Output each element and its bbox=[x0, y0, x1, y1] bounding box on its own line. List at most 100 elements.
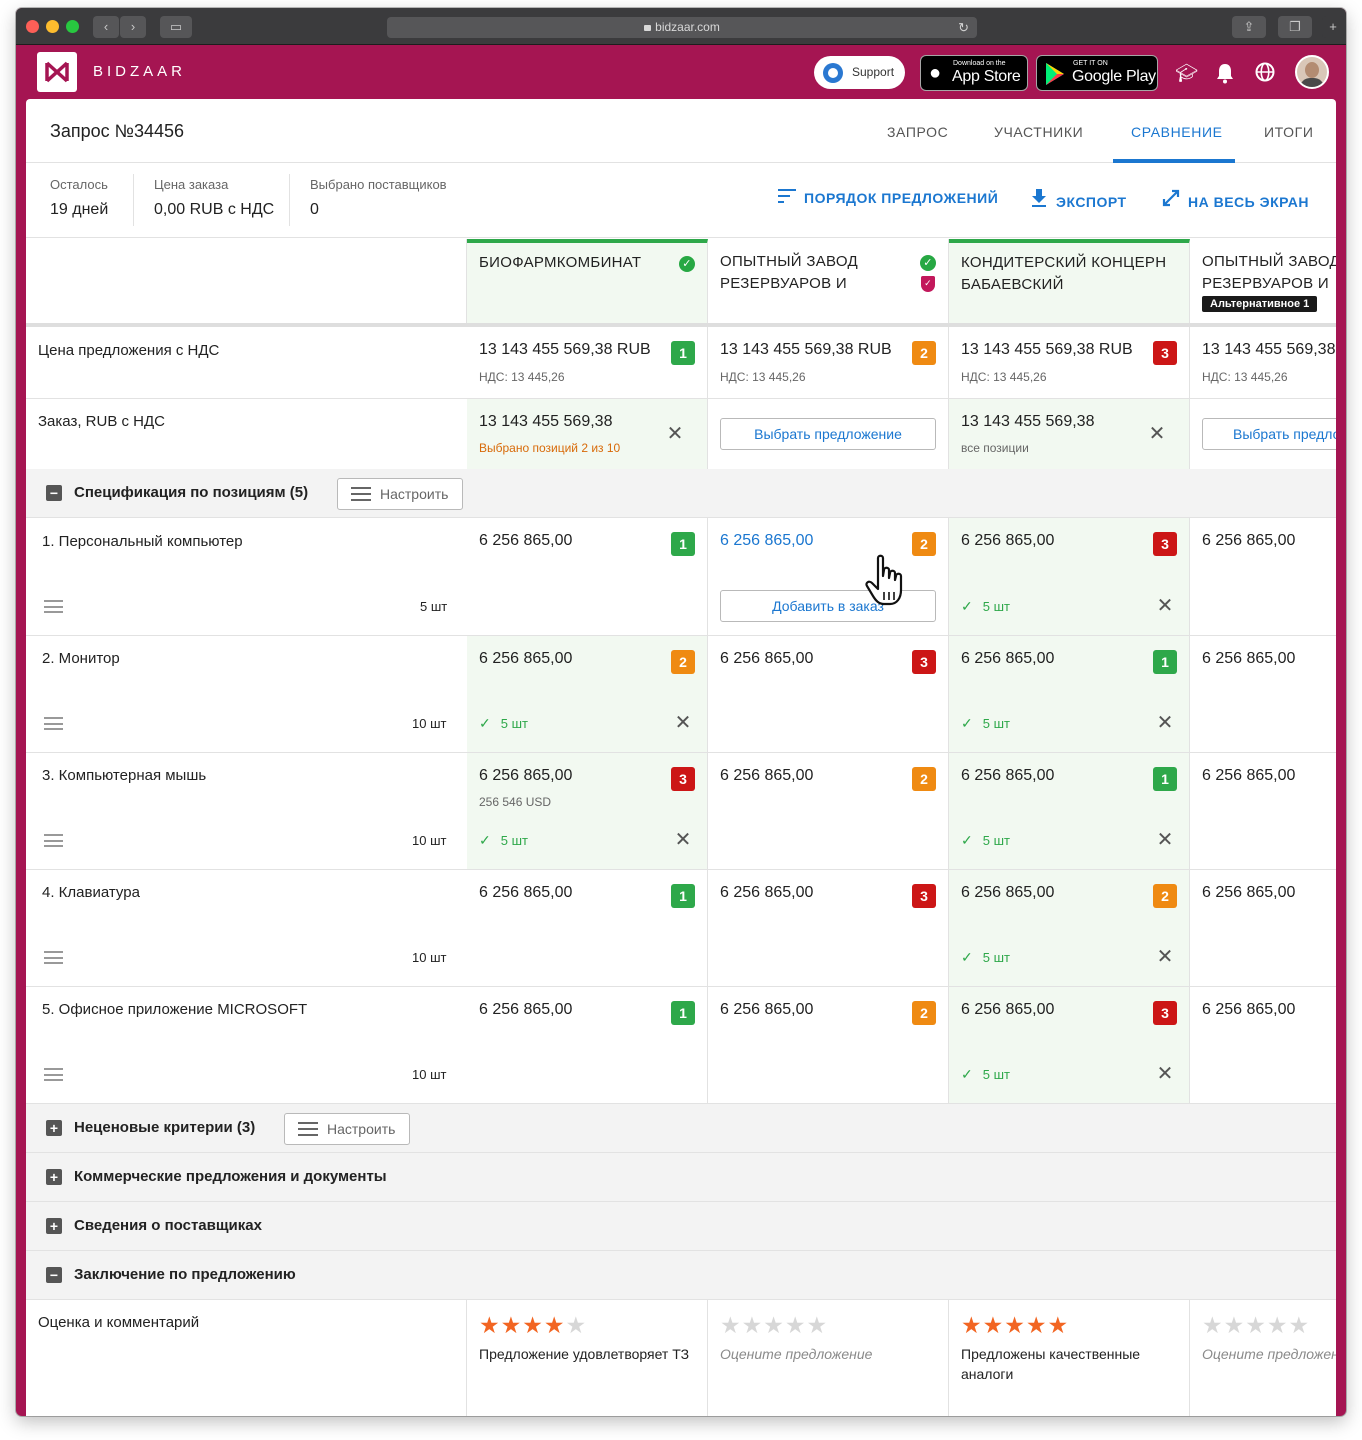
star-icon[interactable]: ★ bbox=[720, 1312, 742, 1338]
collapse-icon[interactable]: − bbox=[46, 1267, 62, 1283]
expand-icon[interactable]: + bbox=[46, 1169, 62, 1185]
rating-cell[interactable]: ★★★★★ Оцените предложение bbox=[1190, 1300, 1336, 1416]
star-icon[interactable]: ★ bbox=[566, 1312, 588, 1338]
star-icon[interactable]: ★ bbox=[1004, 1312, 1026, 1338]
configure-button[interactable]: Настроить bbox=[284, 1113, 411, 1145]
description-icon[interactable] bbox=[44, 717, 63, 730]
remove-icon[interactable]: ✕ bbox=[1155, 713, 1175, 733]
expand-icon[interactable]: + bbox=[46, 1120, 62, 1136]
remove-icon[interactable]: ✕ bbox=[673, 713, 693, 733]
remove-icon[interactable]: ✕ bbox=[1147, 424, 1167, 444]
item-price-cell[interactable]: 6 256 865,00 1 bbox=[467, 870, 708, 986]
star-icon[interactable]: ★ bbox=[983, 1312, 1005, 1338]
star-icon[interactable]: ★ bbox=[1267, 1312, 1289, 1338]
description-icon[interactable] bbox=[44, 600, 63, 613]
item-price-cell[interactable]: 6 256 865,00 1 ✓ 5 шт ✕ bbox=[949, 753, 1190, 869]
item-price-cell[interactable]: 6 256 865,00 1 bbox=[467, 987, 708, 1103]
rating-placeholder[interactable]: Оцените предложение bbox=[720, 1344, 940, 1364]
item-price-cell[interactable]: 6 256 865,00 3 bbox=[708, 636, 949, 752]
supplier-info-section[interactable]: + Сведения о поставщиках bbox=[26, 1202, 1336, 1251]
star-icon[interactable]: ★ bbox=[544, 1312, 566, 1338]
supplier-header[interactable]: ОПЫТНЫЙ ЗАВОД РЕЗЕРВУАРОВ И ✓ ✓ bbox=[708, 239, 949, 323]
description-icon[interactable] bbox=[44, 834, 63, 847]
star-icon[interactable]: ★ bbox=[1048, 1312, 1070, 1338]
description-icon[interactable] bbox=[44, 1068, 63, 1081]
rating-cell[interactable]: ★★★★★ Предложение удовлетворяет ТЗ bbox=[467, 1300, 708, 1416]
remove-icon[interactable]: ✕ bbox=[1155, 830, 1175, 850]
item-price[interactable]: 6 256 865,00 bbox=[720, 532, 813, 550]
rating-placeholder[interactable]: Оцените предложение bbox=[1202, 1344, 1336, 1364]
address-bar[interactable]: bidzaar.com ↻ bbox=[387, 17, 977, 38]
remove-icon[interactable]: ✕ bbox=[665, 424, 685, 444]
star-icon[interactable]: ★ bbox=[785, 1312, 807, 1338]
new-tab-icon[interactable]: + bbox=[1322, 16, 1344, 38]
user-avatar[interactable] bbox=[1295, 55, 1329, 89]
star-rating[interactable]: ★★★★★ bbox=[961, 1312, 1069, 1339]
item-price-cell[interactable]: 6 256 865,00 2 bbox=[708, 987, 949, 1103]
globe-icon[interactable] bbox=[1254, 62, 1276, 84]
fullscreen-button[interactable]: НА ВЕСЬ ЭКРАН bbox=[1160, 189, 1309, 212]
bell-icon[interactable] bbox=[1214, 62, 1236, 84]
star-icon[interactable]: ★ bbox=[961, 1312, 983, 1338]
item-price-cell[interactable]: 6 256 865,00 bbox=[1190, 636, 1336, 752]
select-offer-button[interactable]: Выбрать предложение bbox=[720, 418, 936, 450]
item-price-cell[interactable]: 6 256 865,00 bbox=[1190, 518, 1336, 635]
item-price-cell[interactable]: 6 256 865,00 3 bbox=[708, 870, 949, 986]
close-window-button[interactable] bbox=[26, 20, 39, 33]
star-icon[interactable]: ★ bbox=[1245, 1312, 1267, 1338]
star-icon[interactable]: ★ bbox=[501, 1312, 523, 1338]
remove-icon[interactable]: ✕ bbox=[673, 830, 693, 850]
supplier-header[interactable]: БИОФАРМКОМБИНАТ ✓ bbox=[467, 239, 708, 323]
commercial-offers-section[interactable]: + Коммерческие предложения и документы bbox=[26, 1153, 1336, 1202]
forward-icon[interactable]: › bbox=[120, 16, 146, 38]
tab-comparison[interactable]: СРАВНЕНИЕ bbox=[1131, 124, 1223, 140]
remove-icon[interactable]: ✕ bbox=[1155, 596, 1175, 616]
app-store-badge[interactable]: ● Download on the App Store bbox=[920, 55, 1028, 91]
item-price-cell[interactable]: 6 256 865,00 1 bbox=[467, 518, 708, 635]
star-rating[interactable]: ★★★★★ bbox=[1202, 1312, 1310, 1339]
star-icon[interactable]: ★ bbox=[1026, 1312, 1048, 1338]
minimize-window-button[interactable] bbox=[46, 20, 59, 33]
back-icon[interactable]: ‹ bbox=[93, 16, 119, 38]
remove-icon[interactable]: ✕ bbox=[1155, 1064, 1175, 1084]
star-icon[interactable]: ★ bbox=[763, 1312, 785, 1338]
conclusion-section[interactable]: − Заключение по предложению bbox=[26, 1251, 1336, 1300]
item-price-cell[interactable]: 6 256 865,00 3 ✓ 5 шт ✕ bbox=[949, 518, 1190, 635]
remove-icon[interactable]: ✕ bbox=[1155, 947, 1175, 967]
supplier-header[interactable]: ОПЫТНЫЙ ЗАВОД РЕЗЕРВУАРОВ И Альтернативн… bbox=[1190, 239, 1336, 323]
item-price-cell[interactable]: 6 256 865,00 bbox=[1190, 987, 1336, 1103]
item-price-cell[interactable]: 6 256 865,00 3 ✓ 5 шт ✕ bbox=[949, 987, 1190, 1103]
star-icon[interactable]: ★ bbox=[479, 1312, 501, 1338]
rating-comment[interactable]: Предложение удовлетворяет ТЗ bbox=[479, 1344, 699, 1364]
star-icon[interactable]: ★ bbox=[1289, 1312, 1311, 1338]
star-icon[interactable]: ★ bbox=[1202, 1312, 1224, 1338]
item-price-cell[interactable]: 6 256 865,00 2 ✓ 5 шт ✕ bbox=[949, 870, 1190, 986]
collapse-icon[interactable]: − bbox=[46, 485, 62, 501]
spec-section-header[interactable]: − Спецификация по позициям (5) Настроить bbox=[26, 469, 1336, 518]
google-play-badge[interactable]: GET IT ON Google Play bbox=[1036, 55, 1158, 91]
star-rating[interactable]: ★★★★★ bbox=[479, 1312, 587, 1339]
supplier-header[interactable]: КОНДИТЕРСКИЙ КОНЦЕРН БАБАЕВСКИЙ bbox=[949, 239, 1190, 323]
rating-cell[interactable]: ★★★★★ Оцените предложение bbox=[708, 1300, 949, 1416]
reload-icon[interactable]: ↻ bbox=[958, 17, 969, 38]
star-icon[interactable]: ★ bbox=[1224, 1312, 1246, 1338]
graduation-cap-icon[interactable]: 🎓︎ bbox=[1175, 62, 1198, 84]
support-button[interactable]: Support bbox=[814, 56, 905, 89]
description-icon[interactable] bbox=[44, 951, 63, 964]
sidebar-icon[interactable]: ▭ bbox=[160, 16, 192, 38]
bidzaar-logo[interactable] bbox=[37, 52, 77, 92]
expand-icon[interactable]: + bbox=[46, 1218, 62, 1234]
item-price-cell[interactable]: 6 256 865,00 2 ✓ 5 шт ✕ bbox=[467, 636, 708, 752]
star-icon[interactable]: ★ bbox=[522, 1312, 544, 1338]
tab-results[interactable]: ИТОГИ bbox=[1264, 124, 1314, 140]
rating-cell[interactable]: ★★★★★ Предложены качественные аналоги bbox=[949, 1300, 1190, 1416]
tab-request[interactable]: ЗАПРОС bbox=[887, 124, 948, 140]
configure-button[interactable]: Настроить bbox=[337, 478, 464, 510]
export-button[interactable]: ЭКСПОРТ bbox=[1028, 189, 1127, 212]
item-price-cell[interactable]: 6 256 865,00 1 ✓ 5 шт ✕ bbox=[949, 636, 1190, 752]
star-icon[interactable]: ★ bbox=[742, 1312, 764, 1338]
zoom-window-button[interactable] bbox=[66, 20, 79, 33]
tabs-icon[interactable]: ❐ bbox=[1278, 16, 1312, 38]
item-price-cell[interactable]: 6 256 865,00 bbox=[1190, 753, 1336, 869]
share-icon[interactable]: ⇪ bbox=[1232, 16, 1266, 38]
